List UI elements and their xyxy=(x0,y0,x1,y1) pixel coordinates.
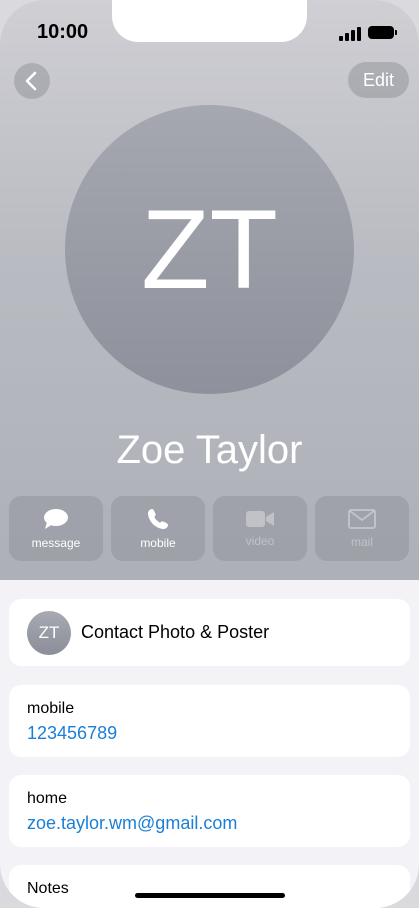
chevron-left-icon xyxy=(25,71,37,91)
contact-avatar[interactable]: ZT xyxy=(65,105,354,394)
poster-avatar: ZT xyxy=(27,611,71,655)
notes-card[interactable]: Notes xyxy=(9,865,410,908)
mail-icon xyxy=(348,508,376,529)
video-label: video xyxy=(245,533,275,548)
contact-name: Zoe Taylor xyxy=(116,428,303,472)
back-button[interactable] xyxy=(14,63,50,99)
home-field-label: home xyxy=(27,790,68,807)
device-notch xyxy=(112,0,307,42)
mail-label: mail xyxy=(350,534,373,549)
mobile-number-link[interactable]: 123456789 xyxy=(27,723,117,744)
message-label: message xyxy=(31,535,81,550)
contact-photo-poster-row[interactable]: ZT Contact Photo & Poster xyxy=(9,599,410,666)
contact-detail-screen: 10:00 Edit ZT Zoe Taylor message mobile … xyxy=(0,0,419,908)
home-email-link[interactable]: zoe.taylor.wm@gmail.com xyxy=(27,813,237,834)
mail-button[interactable]: mail xyxy=(315,496,409,561)
mobile-label: mobile xyxy=(140,535,176,550)
status-time: 10:00 xyxy=(37,21,89,43)
edit-button[interactable]: Edit xyxy=(348,62,409,98)
call-mobile-button[interactable]: mobile xyxy=(111,496,205,561)
contact-header: 10:00 Edit ZT Zoe Taylor message mobile … xyxy=(0,0,419,580)
poster-label: Contact Photo & Poster xyxy=(81,622,270,642)
video-icon xyxy=(246,510,274,527)
message-button[interactable]: message xyxy=(9,496,103,561)
cellular-signal-icon xyxy=(339,27,363,41)
notes-label: Notes xyxy=(27,880,69,897)
phone-icon xyxy=(148,508,168,529)
video-button[interactable]: video xyxy=(213,496,307,561)
message-icon xyxy=(44,508,68,529)
battery-icon xyxy=(368,26,397,39)
mobile-field-label: mobile xyxy=(27,700,75,717)
mobile-field-card[interactable]: mobile 123456789 xyxy=(9,685,410,757)
home-indicator[interactable] xyxy=(135,893,285,898)
quick-actions: message mobile video mail xyxy=(9,496,411,561)
home-email-card[interactable]: home zoe.taylor.wm@gmail.com xyxy=(9,775,410,847)
